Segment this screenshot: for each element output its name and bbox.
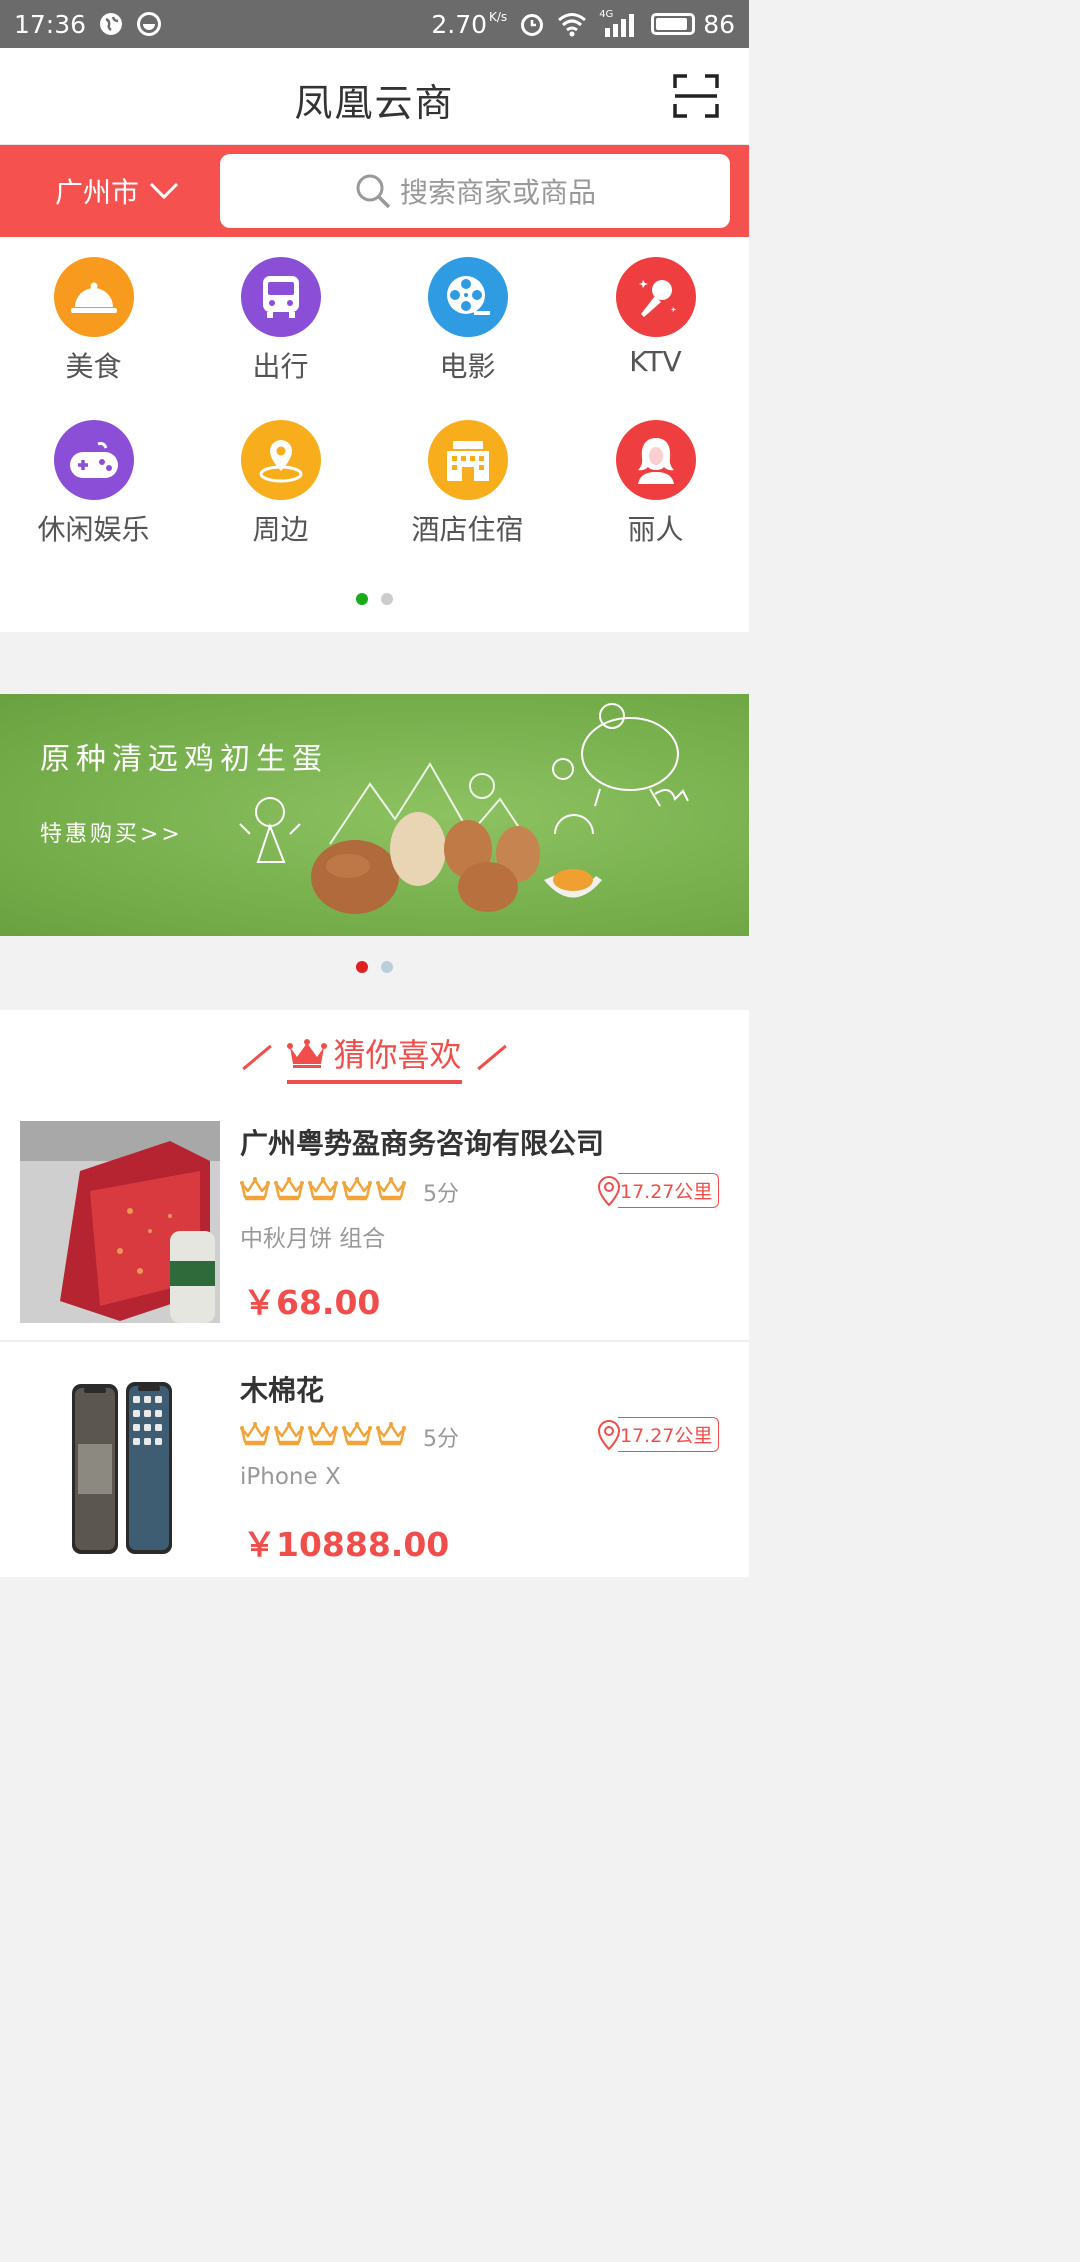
location-pin-icon: [240, 420, 321, 500]
item-name: 木棉花: [240, 1374, 325, 1407]
hotel-icon: [427, 420, 508, 500]
app-notification-icon: [137, 12, 162, 36]
star-rating: [240, 1421, 406, 1447]
recommend-title: 猜你喜欢: [333, 1036, 462, 1074]
gamepad-icon: [53, 420, 134, 500]
network-speed: 2.70 K/s: [431, 9, 508, 39]
battery-icon: [651, 13, 696, 35]
pager-dot[interactable]: [381, 961, 393, 973]
pager-dot[interactable]: [356, 961, 368, 973]
crown-icon: [287, 1039, 328, 1068]
crown-star-icon: [240, 1422, 270, 1446]
microphone-icon: [615, 257, 696, 337]
recommend-header: 猜你喜欢: [0, 1030, 749, 1084]
page-title: 凤凰云商: [294, 81, 455, 125]
category-beauty[interactable]: 丽人: [562, 420, 749, 548]
crown-star-icon: [274, 1177, 304, 1201]
crown-star-icon: [376, 1177, 406, 1201]
search-input[interactable]: 搜索商家或商品: [220, 154, 730, 228]
alarm-icon: [521, 14, 544, 36]
category-hotel[interactable]: 酒店住宿: [374, 420, 561, 548]
star-rating: [240, 1176, 406, 1202]
pager-dot[interactable]: [356, 593, 368, 605]
product-image: [20, 1121, 220, 1323]
food-cover-icon: [53, 257, 134, 337]
search-placeholder: 搜索商家或商品: [399, 176, 596, 209]
distance-badge: 17.27公里: [596, 1417, 720, 1452]
item-name: 广州粤势盈商务咨询有限公司: [240, 1127, 605, 1160]
category-travel[interactable]: 出行: [187, 257, 374, 385]
promo-banner[interactable]: 原种清远鸡初生蛋 特惠购买>>: [0, 694, 749, 936]
search-bar: 广州市 搜索商家或商品: [0, 145, 749, 237]
city-selector[interactable]: 广州市: [55, 171, 179, 211]
bus-icon: [240, 257, 321, 337]
title-bar: 凤凰云商: [0, 48, 749, 145]
crown-star-icon: [308, 1422, 338, 1446]
list-item[interactable]: 木棉花 5分 17.27公里 iPhone X ￥10888.00: [0, 1352, 749, 1577]
distance-badge: 17.27公里: [596, 1173, 720, 1208]
crown-star-icon: [274, 1422, 304, 1446]
crown-star-icon: [342, 1422, 372, 1446]
cell-signal-icon: 4G: [599, 9, 639, 37]
film-reel-icon: [427, 257, 508, 337]
item-price: ￥68.00: [243, 1283, 381, 1322]
search-icon: [356, 174, 391, 209]
divider: [476, 1044, 507, 1070]
crown-star-icon: [308, 1177, 338, 1201]
item-price: ￥10888.00: [243, 1525, 450, 1564]
item-description: iPhone X: [240, 1464, 341, 1490]
category-grid: 美食 出行 电影 KTV 休闲娱乐 周边 酒店住宿 丽人: [0, 237, 749, 632]
list-item[interactable]: 广州粤势盈商务咨询有限公司 5分 17.27公里 中秋月饼 组合 ￥68.00: [0, 1110, 749, 1335]
divider: [242, 1044, 273, 1070]
crown-star-icon: [342, 1177, 372, 1201]
pager-dot[interactable]: [381, 593, 393, 605]
status-bar: 17:36 2.70 K/s 4G 86: [0, 0, 749, 48]
product-image: [20, 1364, 220, 1566]
item-score: 5分: [423, 1427, 459, 1452]
category-movie[interactable]: 电影: [374, 257, 561, 385]
item-score: 5分: [423, 1182, 459, 1207]
globe-notification-icon: [100, 13, 123, 35]
woman-icon: [615, 420, 696, 500]
crown-star-icon: [240, 1177, 270, 1201]
crown-star-icon: [376, 1422, 406, 1446]
banner-pager: [0, 961, 749, 973]
category-pager: [0, 593, 749, 605]
wifi-icon: [558, 13, 587, 37]
scan-icon[interactable]: [673, 74, 719, 118]
clock: 17:36: [14, 9, 87, 39]
chevron-down-icon: [149, 182, 179, 200]
category-food[interactable]: 美食: [0, 257, 187, 385]
category-nearby[interactable]: 周边: [187, 420, 374, 548]
eggs-illustration: [239, 703, 689, 914]
battery-indicator: 86: [651, 10, 735, 39]
divider: [0, 1340, 749, 1342]
item-description: 中秋月饼 组合: [240, 1226, 386, 1252]
category-ktv[interactable]: KTV: [562, 257, 749, 378]
city-label: 广州市: [55, 176, 140, 209]
category-entertainment[interactable]: 休闲娱乐: [0, 420, 187, 548]
